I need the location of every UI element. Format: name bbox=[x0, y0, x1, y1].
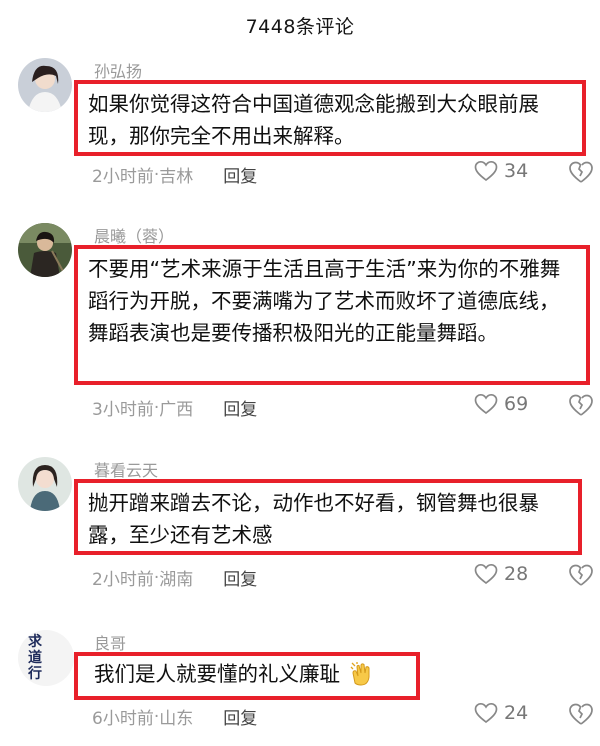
dislike-button[interactable] bbox=[568, 393, 594, 421]
broken-heart-icon bbox=[569, 394, 593, 416]
comment-count-title: 7448条评论 bbox=[245, 15, 355, 38]
heart-outline-icon bbox=[474, 702, 498, 724]
comment-text: 如果你觉得这符合中国道德观念能搬到大众眼前展现，那你完全不用出来解释。 bbox=[74, 80, 586, 156]
comment-meta: 2小时前 · 湖南 回复 bbox=[92, 565, 257, 591]
broken-heart-icon bbox=[569, 703, 593, 725]
avatar[interactable] bbox=[18, 457, 72, 511]
comment-location: 湖南 bbox=[159, 570, 194, 590]
reply-button[interactable]: 回复 bbox=[223, 565, 257, 590]
dislike-button[interactable] bbox=[568, 563, 594, 591]
comment-text-content: 我们是人就要懂的礼义廉耻 bbox=[94, 662, 340, 686]
like-count: 69 bbox=[504, 393, 529, 415]
comment-time: 6小时前 bbox=[92, 709, 154, 729]
reply-button[interactable]: 回复 bbox=[223, 704, 257, 729]
comment-time: 2小时前 bbox=[92, 167, 154, 187]
avatar[interactable] bbox=[18, 58, 72, 112]
avatar[interactable]: 求道行 bbox=[18, 630, 74, 686]
dislike-button[interactable] bbox=[568, 160, 594, 188]
like-count: 28 bbox=[504, 563, 529, 585]
like-count: 34 bbox=[504, 160, 529, 182]
heart-outline-icon bbox=[474, 393, 498, 415]
username[interactable]: 晨曦（蓉） bbox=[94, 223, 174, 247]
like-button[interactable]: 28 bbox=[474, 563, 528, 585]
dislike-button[interactable] bbox=[568, 702, 594, 730]
comment-text: 不要用“艺术来源于生活且高于生活”来为你的不雅舞蹈行为开脱，不要满嘴为了艺术而败… bbox=[74, 245, 590, 385]
comment-meta: 2小时前 · 吉林 回复 bbox=[92, 162, 257, 188]
comment-text-content: 如果你觉得这符合中国道德观念能搬到大众眼前展现，那你完全不用出来解释。 bbox=[88, 92, 539, 148]
comment-meta: 3小时前 · 广西 回复 bbox=[92, 395, 257, 421]
heart-outline-icon bbox=[474, 563, 498, 585]
like-count: 24 bbox=[504, 702, 529, 724]
comment-text-content: 抛开蹭来蹭去不论，动作也不好看，钢管舞也很暴露，至少还有艺术感 bbox=[88, 491, 539, 547]
comment-time: 3小时前 bbox=[92, 400, 154, 420]
comment-text-content: 不要用“艺术来源于生活且高于生活”来为你的不雅舞蹈行为开脱，不要满嘴为了艺术而败… bbox=[88, 257, 561, 345]
comment-location: 广西 bbox=[159, 400, 194, 420]
comment-time: 2小时前 bbox=[92, 570, 154, 590]
reply-button[interactable]: 回复 bbox=[223, 162, 257, 187]
broken-heart-icon bbox=[569, 564, 593, 586]
clapping-hands-emoji-icon bbox=[350, 662, 370, 686]
comments-header: 7448条评论 bbox=[0, 0, 600, 50]
comment-location: 山东 bbox=[159, 709, 194, 729]
avatar[interactable] bbox=[18, 223, 72, 277]
comment-location: 吉林 bbox=[159, 167, 194, 187]
comment-text: 我们是人就要懂的礼义廉耻 bbox=[74, 652, 420, 700]
reply-button[interactable]: 回复 bbox=[223, 395, 257, 420]
like-button[interactable]: 69 bbox=[474, 393, 528, 415]
username[interactable]: 良哥 bbox=[94, 630, 126, 654]
avatar-calligraphy: 求道行 bbox=[28, 634, 42, 682]
username[interactable]: 暮看云天 bbox=[94, 457, 158, 481]
like-button[interactable]: 24 bbox=[474, 702, 528, 724]
heart-outline-icon bbox=[474, 160, 498, 182]
username[interactable]: 孙弘扬 bbox=[94, 58, 142, 82]
comment-text: 抛开蹭来蹭去不论，动作也不好看，钢管舞也很暴露，至少还有艺术感 bbox=[74, 479, 582, 555]
broken-heart-icon bbox=[569, 161, 593, 183]
comment-meta: 6小时前 · 山东 回复 bbox=[92, 704, 257, 730]
like-button[interactable]: 34 bbox=[474, 160, 528, 182]
